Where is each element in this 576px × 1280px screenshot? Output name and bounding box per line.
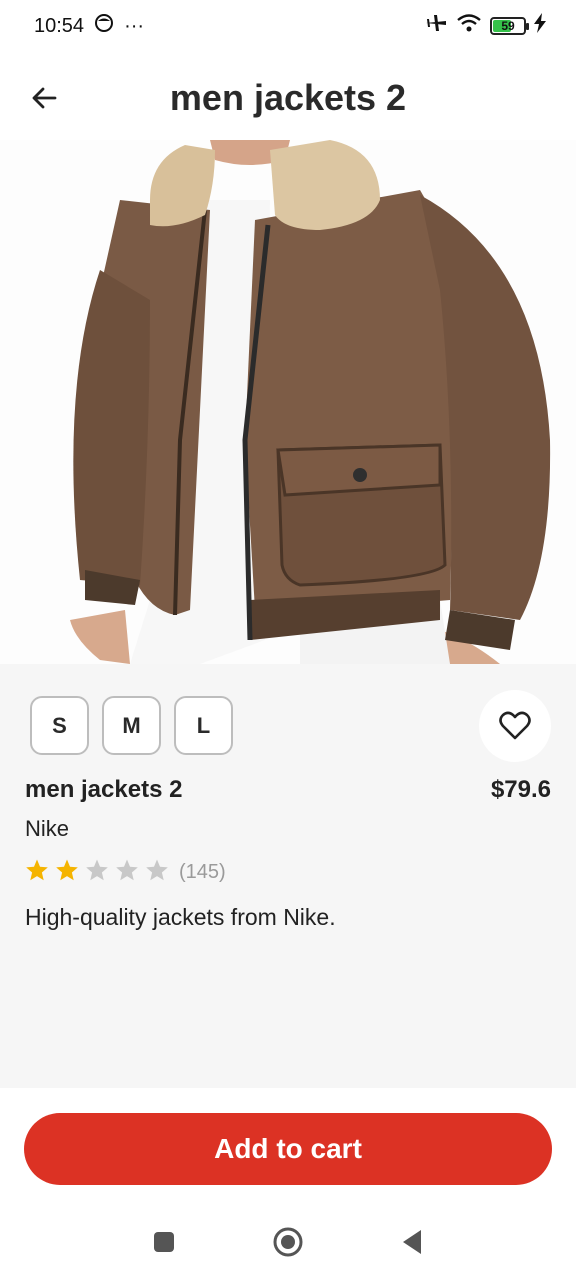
- heart-icon: [499, 711, 531, 740]
- system-nav-bar: [0, 1210, 576, 1274]
- status-left: 10:54 ···: [34, 13, 144, 39]
- rating-count: (145): [179, 861, 226, 883]
- status-more: ···: [124, 14, 145, 37]
- charging-bolt-icon: [534, 13, 546, 39]
- back-nav-button[interactable]: [390, 1220, 434, 1264]
- star-icon: [55, 858, 79, 887]
- product-details: S M L men jackets 2 $79.6 Nike (145) Hig…: [0, 664, 576, 1088]
- size-option-s[interactable]: S: [30, 696, 89, 755]
- jacket-illustration: [70, 140, 551, 664]
- wifi-icon: [456, 12, 482, 40]
- status-bar: 10:54 ··· 59: [0, 0, 576, 52]
- status-right: 59: [424, 12, 546, 40]
- star-icon: [145, 858, 169, 887]
- battery-level: 59: [501, 19, 515, 33]
- notification-face-icon: [94, 13, 114, 39]
- product-image: [0, 140, 576, 664]
- page-title: men jackets 2: [169, 77, 407, 118]
- star-icon: [115, 858, 139, 887]
- app-header: men jackets 2: [0, 60, 576, 136]
- status-time: 10:54: [34, 14, 85, 37]
- arrow-left-icon: [32, 87, 57, 109]
- size-selector: S M L: [30, 696, 233, 755]
- star-icon: [25, 858, 49, 887]
- back-button[interactable]: [22, 76, 66, 120]
- recents-button[interactable]: [142, 1220, 186, 1264]
- star-icon: [85, 858, 109, 887]
- battery-icon: 59: [490, 17, 529, 35]
- triangle-back-icon: [403, 1230, 421, 1254]
- product-description: High-quality jackets from Nike.: [25, 904, 336, 930]
- square-icon: [154, 1232, 174, 1252]
- product-price: $79.6: [490, 776, 551, 803]
- product-brand: Nike: [25, 816, 70, 841]
- favorite-button[interactable]: [479, 690, 551, 762]
- home-button[interactable]: [266, 1220, 310, 1264]
- size-option-l[interactable]: L: [174, 696, 233, 755]
- rating: (145): [25, 858, 226, 887]
- add-to-cart-button[interactable]: Add to cart: [24, 1113, 552, 1185]
- product-name: men jackets 2: [25, 776, 183, 803]
- circle-icon: [273, 1227, 303, 1257]
- airplane-mode-icon: [424, 12, 448, 40]
- size-option-m[interactable]: M: [102, 696, 161, 755]
